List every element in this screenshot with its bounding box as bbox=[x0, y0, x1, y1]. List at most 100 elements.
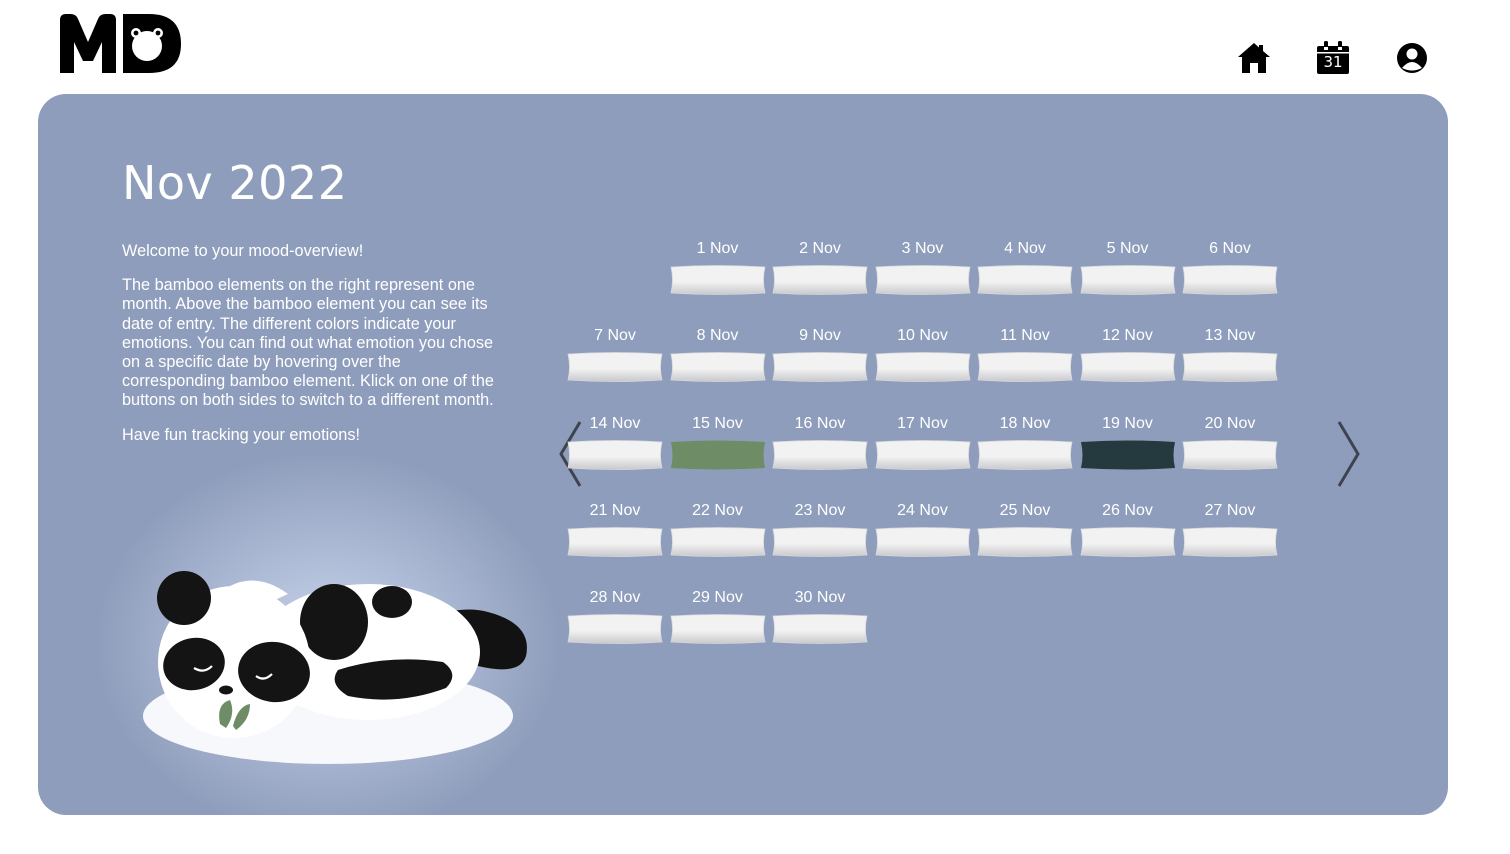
day-cell: 2 Nov bbox=[772, 240, 868, 296]
bamboo-element[interactable] bbox=[875, 351, 971, 383]
bamboo-element[interactable] bbox=[670, 439, 766, 471]
day-label: 8 Nov bbox=[696, 327, 739, 344]
day-cell: 6 Nov bbox=[1182, 240, 1278, 296]
bamboo-element[interactable] bbox=[875, 264, 971, 296]
day-cell: 16 Nov bbox=[772, 415, 868, 471]
day-cell: 8 Nov bbox=[670, 327, 766, 383]
bamboo-element[interactable] bbox=[772, 264, 868, 296]
day-label: 5 Nov bbox=[1106, 240, 1149, 257]
day-cell: 12 Nov bbox=[1080, 327, 1176, 383]
day-label: 26 Nov bbox=[1102, 502, 1153, 519]
day-label: 19 Nov bbox=[1102, 415, 1153, 432]
day-label: 21 Nov bbox=[589, 502, 641, 519]
day-cell: 29 Nov bbox=[670, 589, 766, 645]
day-label: 29 Nov bbox=[692, 589, 743, 606]
day-label: 28 Nov bbox=[589, 589, 641, 606]
day-cell: 30 Nov bbox=[772, 589, 868, 645]
bamboo-element[interactable] bbox=[1182, 526, 1278, 558]
day-label: 10 Nov bbox=[897, 327, 948, 344]
day-label: 2 Nov bbox=[799, 240, 841, 257]
day-label: 27 Nov bbox=[1204, 502, 1256, 519]
bamboo-element[interactable] bbox=[977, 264, 1073, 296]
calendar-icon[interactable]: 31 bbox=[1315, 40, 1351, 76]
home-icon[interactable] bbox=[1236, 40, 1272, 76]
day-label: 9 Nov bbox=[799, 327, 841, 344]
day-cell: 28 Nov bbox=[567, 589, 663, 645]
bamboo-element[interactable] bbox=[977, 526, 1073, 558]
day-cell: 3 Nov bbox=[875, 240, 971, 296]
bamboo-element[interactable] bbox=[1080, 526, 1176, 558]
day-cell: 10 Nov bbox=[875, 327, 971, 383]
bamboo-element[interactable] bbox=[977, 439, 1073, 471]
day-label: 6 Nov bbox=[1209, 240, 1251, 257]
day-label: 13 Nov bbox=[1204, 327, 1256, 344]
bamboo-element[interactable] bbox=[567, 351, 663, 383]
day-label: 17 Nov bbox=[897, 415, 948, 432]
bamboo-element[interactable] bbox=[1080, 264, 1176, 296]
day-label: 25 Nov bbox=[999, 502, 1051, 519]
day-label: 24 Nov bbox=[897, 502, 948, 519]
day-label: 4 Nov bbox=[1004, 240, 1046, 257]
bamboo-element[interactable] bbox=[772, 439, 868, 471]
day-label: 3 Nov bbox=[901, 240, 944, 257]
day-cell: 14 Nov bbox=[567, 415, 663, 471]
bamboo-element[interactable] bbox=[772, 526, 868, 558]
day-cell: 9 Nov bbox=[772, 327, 868, 383]
day-cell: 11 Nov bbox=[977, 327, 1073, 383]
have-fun-text: Have fun tracking your emotions! bbox=[122, 425, 361, 444]
day-cell: 17 Nov bbox=[875, 415, 971, 471]
bamboo-element[interactable] bbox=[567, 439, 663, 471]
intro-text: Welcome to your mood-overview! The bambo… bbox=[122, 242, 508, 460]
day-label: 20 Nov bbox=[1204, 415, 1256, 432]
day-cell: 22 Nov bbox=[670, 502, 766, 558]
chevron-right-icon[interactable] bbox=[1335, 420, 1361, 488]
day-cell: 24 Nov bbox=[875, 502, 971, 558]
day-cell: 26 Nov bbox=[1080, 502, 1176, 558]
bamboo-element[interactable] bbox=[772, 613, 868, 645]
day-cell: 23 Nov bbox=[772, 502, 868, 558]
day-cell: 20 Nov bbox=[1182, 415, 1278, 471]
day-cell: 19 Nov bbox=[1080, 415, 1176, 471]
bamboo-element[interactable] bbox=[670, 264, 766, 296]
day-cell: 7 Nov bbox=[567, 327, 663, 383]
bamboo-element[interactable] bbox=[670, 613, 766, 645]
calendar-day-number: 31 bbox=[1323, 53, 1343, 71]
profile-icon[interactable] bbox=[1394, 40, 1430, 76]
bamboo-element[interactable] bbox=[670, 351, 766, 383]
sleeping-panda-illustration bbox=[143, 571, 527, 764]
day-label: 7 Nov bbox=[594, 327, 636, 344]
day-label: 12 Nov bbox=[1102, 327, 1153, 344]
bamboo-element[interactable] bbox=[567, 526, 663, 558]
bamboo-element[interactable] bbox=[1080, 351, 1176, 383]
instructions-text: The bamboo elements on the right represe… bbox=[122, 276, 494, 410]
day-label: 14 Nov bbox=[589, 415, 641, 432]
bamboo-element[interactable] bbox=[670, 526, 766, 558]
welcome-text: Welcome to your mood-overview! bbox=[122, 242, 364, 260]
day-label: 30 Nov bbox=[794, 589, 846, 606]
day-cell: 4 Nov bbox=[977, 240, 1073, 296]
day-label: 11 Nov bbox=[1000, 327, 1050, 344]
day-label: 16 Nov bbox=[794, 415, 846, 432]
bamboo-element[interactable] bbox=[772, 351, 868, 383]
md-logo[interactable] bbox=[57, 12, 183, 76]
day-label: 1 Nov bbox=[696, 240, 739, 257]
month-title: Nov 2022 bbox=[122, 156, 348, 210]
bamboo-element[interactable] bbox=[1182, 439, 1278, 471]
day-cell: 13 Nov bbox=[1182, 327, 1278, 383]
day-cell: 18 Nov bbox=[977, 415, 1073, 471]
mood-overview-panel: Nov 2022 Welcome to your mood-overview! … bbox=[38, 94, 1448, 815]
day-label: 18 Nov bbox=[999, 415, 1051, 432]
day-cell: 1 Nov bbox=[670, 240, 766, 296]
bamboo-element[interactable] bbox=[875, 526, 971, 558]
day-cell: 25 Nov bbox=[977, 502, 1073, 558]
day-label: 15 Nov bbox=[692, 415, 743, 432]
bamboo-element[interactable] bbox=[567, 613, 663, 645]
day-cell: 5 Nov bbox=[1080, 240, 1176, 296]
bamboo-element[interactable] bbox=[977, 351, 1073, 383]
bamboo-element[interactable] bbox=[1080, 439, 1176, 471]
day-cell: 27 Nov bbox=[1182, 502, 1278, 558]
bamboo-element[interactable] bbox=[1182, 264, 1278, 296]
bamboo-element[interactable] bbox=[875, 439, 971, 471]
day-cell: 15 Nov bbox=[670, 415, 766, 471]
bamboo-element[interactable] bbox=[1182, 351, 1278, 383]
